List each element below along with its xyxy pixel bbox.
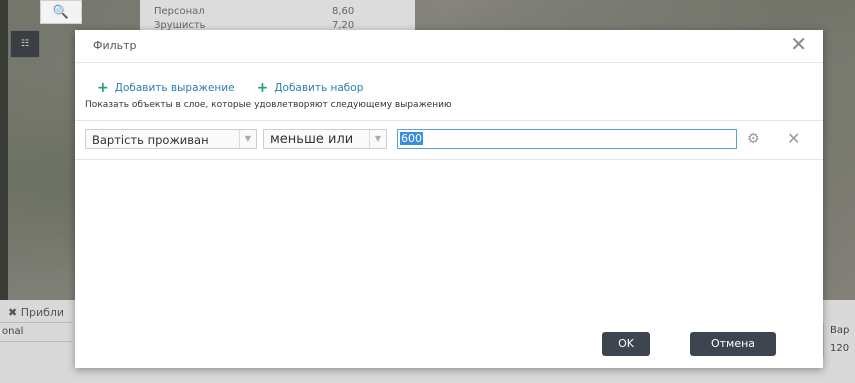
operator-select[interactable]: меньше или ▼ [263,129,387,149]
chevron-down-icon: ▼ [369,130,386,148]
selected-value-text: 600 [400,132,423,145]
dialog-header: Фильтр ✕ [75,30,823,63]
table-column-header: Вар 120 [823,322,855,358]
filter-dialog: Фильтр ✕ + Добавить выражение + Добавить н… [75,30,823,368]
value-input[interactable]: 600 [397,129,737,149]
zoom-to-tab[interactable]: ✖ Прибли [8,306,64,319]
filter-hint: Показать объекты в слое, которые удовлет… [85,100,452,110]
remove-expression-icon[interactable]: ✕ [787,129,800,148]
map-popup: Персонал 8,60 Зрушисть 7,20 [140,0,415,31]
add-expression-link[interactable]: + Добавить выражение [97,80,235,96]
popup-row-label: Персонал [154,6,205,17]
dialog-title: Фильтр [93,39,137,52]
plus-icon: + [97,80,109,96]
plus-icon: + [256,80,269,96]
cancel-button[interactable]: Отмена [690,332,776,356]
add-links: + Добавить выражение + Добавить набор [97,80,363,96]
search-icon: 🔍 [52,4,70,20]
field-select[interactable]: Вартість проживан ▼ [85,129,257,149]
table-cell: onal [0,322,72,342]
search-button[interactable]: 🔍 [40,0,82,24]
close-icon[interactable]: ✕ [790,34,807,54]
layers-toggle-button[interactable]: ☷ [10,30,40,58]
add-set-link[interactable]: + Добавить набор [257,80,364,96]
popup-row-value: 8,60 [332,6,355,17]
chevron-down-icon: ▼ [239,130,256,148]
layers-icon: ☷ [20,39,30,49]
filter-expression-row: Вартість проживан ▼ меньше или ▼ 600 ⚙ ✕ [75,120,823,160]
gear-icon[interactable]: ⚙ [747,131,760,147]
ok-button[interactable]: OK [602,332,650,356]
